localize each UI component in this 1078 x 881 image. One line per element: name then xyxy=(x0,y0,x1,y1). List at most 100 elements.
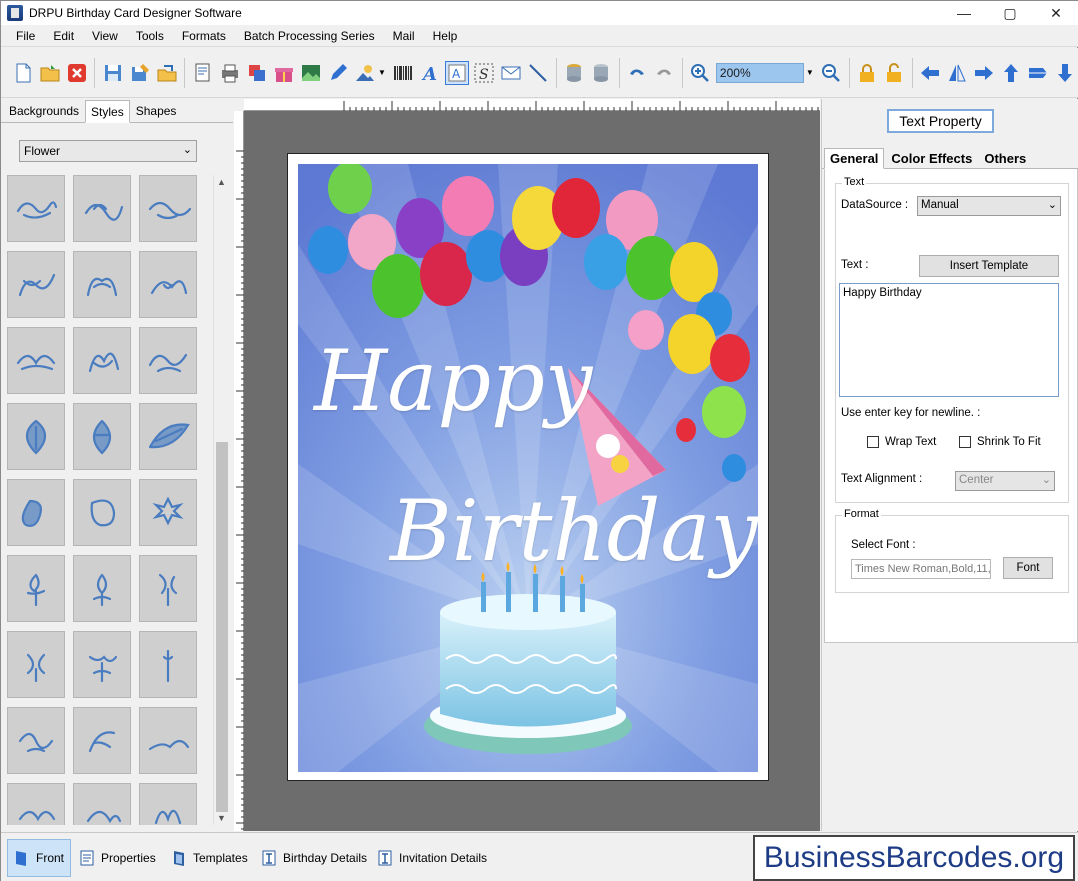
style-thumbnail[interactable] xyxy=(7,251,65,318)
line-icon[interactable] xyxy=(526,61,550,85)
scroll-up-icon[interactable]: ▲ xyxy=(217,177,226,187)
arrow-left-icon[interactable] xyxy=(918,61,942,85)
menu-formats[interactable]: Formats xyxy=(173,29,235,43)
tab-styles[interactable]: Styles xyxy=(85,100,130,123)
style-thumbnail[interactable] xyxy=(7,783,65,825)
unlock-icon[interactable] xyxy=(882,61,906,85)
style-category-select[interactable]: Flower ⌄ xyxy=(19,140,197,162)
barcode-icon[interactable] xyxy=(391,61,415,85)
menu-file[interactable]: File xyxy=(7,29,44,43)
save-icon[interactable] xyxy=(101,61,125,85)
style-thumbnail[interactable] xyxy=(139,479,197,546)
flip-icon[interactable] xyxy=(945,61,969,85)
style-thumbnail[interactable] xyxy=(7,631,65,698)
style-thumbnail[interactable] xyxy=(139,251,197,318)
tab-birthday-details[interactable]: Birthday Details xyxy=(255,839,373,877)
minimize-button[interactable]: — xyxy=(941,1,987,25)
menu-tools[interactable]: Tools xyxy=(127,29,173,43)
picture-icon[interactable] xyxy=(353,61,377,85)
zoom-out-icon[interactable] xyxy=(819,61,843,85)
text-icon[interactable]: A xyxy=(418,61,442,85)
style-thumbnail[interactable] xyxy=(7,175,65,242)
tab-backgrounds[interactable]: Backgrounds xyxy=(3,100,85,122)
zoom-level-input[interactable]: 200% xyxy=(715,62,804,83)
style-thumbnail[interactable] xyxy=(7,479,65,546)
tab-front[interactable]: Front xyxy=(7,839,72,877)
style-thumbnail[interactable] xyxy=(139,327,197,394)
style-thumbnail[interactable] xyxy=(73,479,131,546)
style-thumbnail[interactable] xyxy=(139,175,197,242)
style-thumbnail[interactable] xyxy=(73,631,131,698)
zoom-in-icon[interactable] xyxy=(688,61,712,85)
tab-templates[interactable]: Templates xyxy=(165,839,254,877)
tab-others[interactable]: Others xyxy=(979,149,1031,168)
style-thumbnail[interactable] xyxy=(73,175,131,242)
scroll-thumb[interactable] xyxy=(216,442,228,812)
new-file-icon[interactable] xyxy=(11,61,35,85)
print-icon[interactable] xyxy=(218,61,242,85)
style-thumbnail[interactable] xyxy=(139,707,197,774)
tab-general[interactable]: General xyxy=(824,148,885,169)
lock-icon[interactable] xyxy=(855,61,879,85)
text-alignment-select[interactable]: Center ⌄ xyxy=(955,471,1055,491)
style-thumbnail[interactable] xyxy=(7,403,65,470)
close-button[interactable]: ✕ xyxy=(1033,1,1078,25)
shrink-to-fit-checkbox[interactable] xyxy=(959,436,971,448)
birthday-card[interactable]: Happy Birthday xyxy=(298,164,758,772)
style-thumbnail[interactable] xyxy=(139,783,197,825)
style-thumbnail[interactable] xyxy=(73,783,131,825)
tab-invitation-details[interactable]: Invitation Details xyxy=(371,839,493,877)
style-thumbnail[interactable] xyxy=(139,403,197,470)
arrow-up-icon[interactable] xyxy=(999,61,1023,85)
zoom-dropdown-icon[interactable]: ▼ xyxy=(806,68,814,77)
menu-edit[interactable]: Edit xyxy=(44,29,83,43)
style-thumbnail[interactable] xyxy=(73,707,131,774)
style-thumbnail[interactable] xyxy=(7,327,65,394)
picture-dropdown-icon[interactable]: ▼ xyxy=(378,68,386,77)
style-thumbnail[interactable] xyxy=(73,327,131,394)
export-icon[interactable] xyxy=(155,61,179,85)
font-value-field[interactable]: Times New Roman,Bold,11,8 xyxy=(851,559,991,579)
mail-icon[interactable] xyxy=(499,61,523,85)
style-thumbnail[interactable] xyxy=(73,555,131,622)
arrow-right-icon[interactable] xyxy=(972,61,996,85)
style-thumbnail[interactable] xyxy=(139,631,197,698)
style-scrollbar[interactable]: ▲ ▼ xyxy=(213,175,230,825)
align-icon[interactable] xyxy=(1026,61,1050,85)
copy-design-icon[interactable] xyxy=(245,61,269,85)
style-thumbnail[interactable] xyxy=(73,251,131,318)
database-settings-icon[interactable] xyxy=(589,61,613,85)
signature-icon[interactable]: S xyxy=(472,61,496,85)
card-text-happy[interactable]: Happy xyxy=(314,332,592,430)
undo-icon[interactable] xyxy=(625,61,649,85)
style-thumbnail[interactable] xyxy=(139,555,197,622)
save-as-icon[interactable] xyxy=(128,61,152,85)
font-button[interactable]: Font xyxy=(1003,557,1053,579)
style-thumbnail[interactable] xyxy=(7,707,65,774)
card-text-birthday[interactable]: Birthday xyxy=(390,482,758,580)
maximize-button[interactable]: ▢ xyxy=(987,1,1033,25)
scroll-down-icon[interactable]: ▼ xyxy=(217,813,226,823)
style-thumbnail[interactable] xyxy=(73,403,131,470)
text-content-input[interactable]: Happy Birthday xyxy=(839,283,1059,397)
gift-icon[interactable] xyxy=(272,61,296,85)
print-preview-icon[interactable] xyxy=(191,61,215,85)
close-file-icon[interactable] xyxy=(65,61,89,85)
open-folder-icon[interactable] xyxy=(38,61,62,85)
wrap-text-checkbox[interactable] xyxy=(867,436,879,448)
pen-icon[interactable] xyxy=(326,61,350,85)
menu-help[interactable]: Help xyxy=(424,29,467,43)
tab-shapes[interactable]: Shapes xyxy=(130,100,183,122)
tab-color-effects[interactable]: Color Effects xyxy=(886,149,977,168)
insert-template-button[interactable]: Insert Template xyxy=(919,255,1059,277)
menu-view[interactable]: View xyxy=(83,29,127,43)
text-box-icon[interactable]: A xyxy=(445,60,470,85)
insert-image-icon[interactable] xyxy=(299,61,323,85)
tab-properties[interactable]: Properties xyxy=(73,839,162,877)
datasource-select[interactable]: Manual ⌄ xyxy=(917,196,1061,216)
menu-mail[interactable]: Mail xyxy=(384,29,424,43)
arrow-down-icon[interactable] xyxy=(1053,61,1077,85)
database-icon[interactable] xyxy=(562,61,586,85)
redo-icon[interactable] xyxy=(652,61,676,85)
style-thumbnail[interactable] xyxy=(7,555,65,622)
